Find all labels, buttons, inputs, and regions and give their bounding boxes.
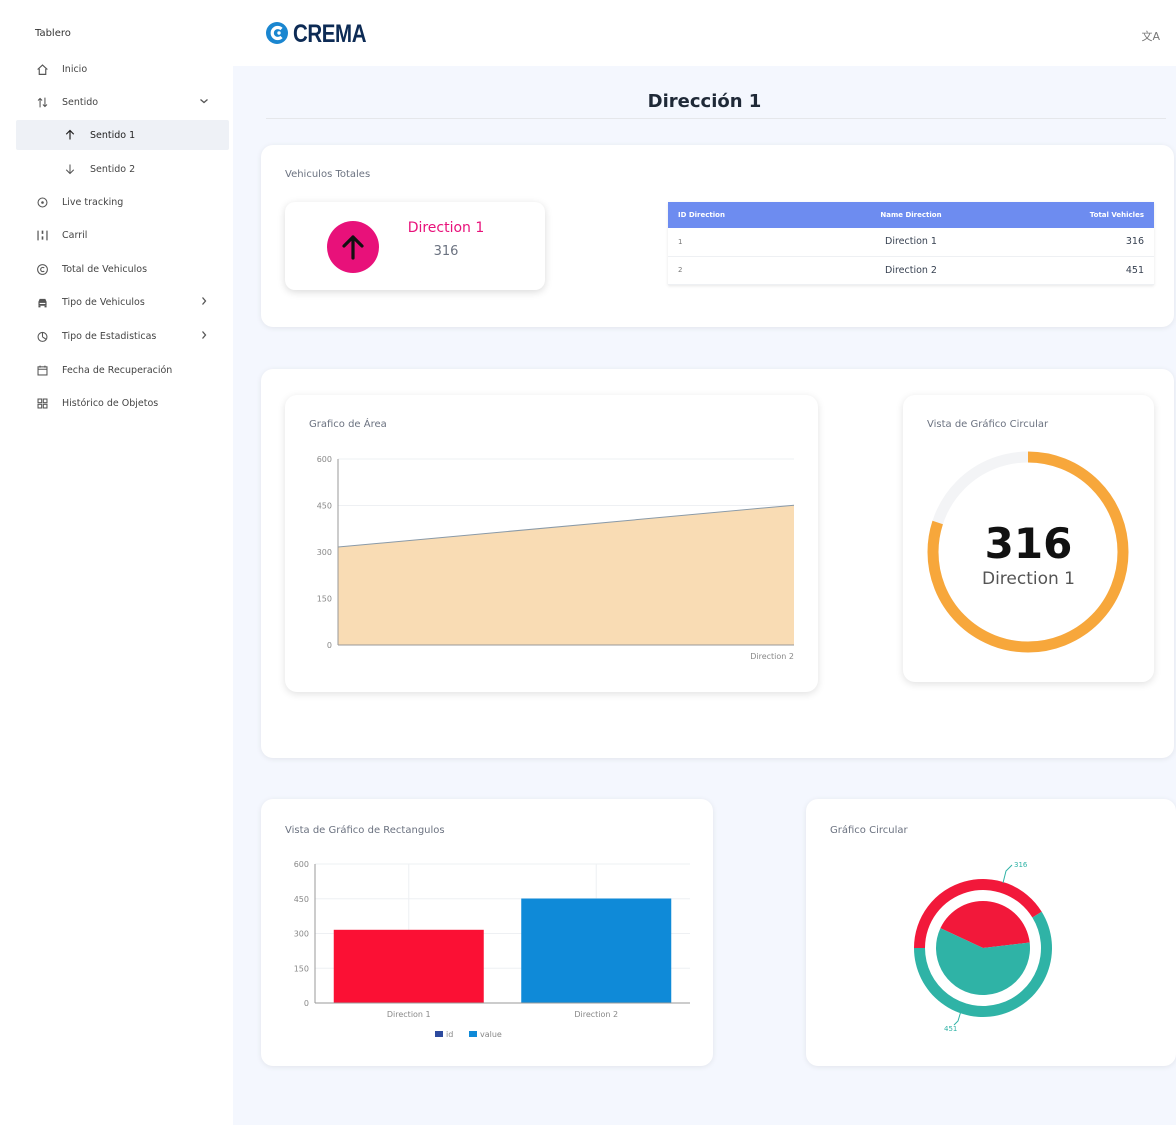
- y-tick-label: 450: [317, 502, 332, 511]
- chevron-right-icon: [197, 330, 211, 343]
- table-cell-name: Direction 2: [778, 256, 1044, 285]
- sidebar-item-label: Total de Vehiculos: [62, 263, 148, 275]
- legend-label: id: [446, 1030, 453, 1039]
- tracking-icon: [34, 194, 50, 210]
- bar: [521, 898, 672, 1003]
- pie-chart-card: Gráfico Circular 316 451: [806, 799, 1176, 1066]
- totals-card-title: Vehiculos Totales: [285, 169, 371, 180]
- table-header-name[interactable]: Name Direction: [778, 202, 1044, 228]
- y-tick-label: 600: [317, 455, 332, 464]
- table-header-total[interactable]: Total Vehicles: [1044, 202, 1154, 228]
- table-cell-total: 451: [1044, 256, 1154, 285]
- sidebar-item-carril[interactable]: Carril: [16, 220, 229, 250]
- x-tick-label: Direction 1: [387, 1010, 431, 1019]
- sidebar-item-sentido-2[interactable]: Sentido 2: [16, 154, 229, 184]
- directions-table: ID Direction Name Direction Total Vehicl…: [668, 202, 1154, 285]
- area-chart-card: Grafico de Área 0 150 300 450 600 Direction 2: [285, 395, 818, 692]
- sidebar: Tablero Inicio Sentido Sentido 1 Sentido…: [0, 0, 233, 1125]
- table-cell-id: 2: [668, 256, 778, 285]
- sidebar-item-sentido-1[interactable]: Sentido 1: [16, 120, 229, 150]
- table-header-id[interactable]: ID Direction: [668, 202, 778, 228]
- pie-outer-label: 451: [944, 1025, 957, 1033]
- brand-name: CREMA: [293, 20, 367, 48]
- y-tick-label: 300: [294, 930, 309, 939]
- sidebar-item-total-vehiculos[interactable]: Total de Vehiculos: [16, 254, 229, 284]
- legend-swatch: [435, 1031, 443, 1037]
- direction-stat-circle: [327, 221, 379, 273]
- sidebar-item-label: Sentido 2: [90, 163, 136, 175]
- sidebar-item-label: Fecha de Recuperación: [62, 364, 173, 376]
- y-tick-label: 0: [304, 999, 309, 1008]
- radial-name: Direction 1: [981, 569, 1076, 589]
- title-divider: [266, 118, 1166, 119]
- bar-chart: 0 150 300 450 600 Direction 1 Direction 2 id val…: [294, 860, 690, 1039]
- y-tick-label: 150: [294, 964, 309, 973]
- brand-logo[interactable]: CREMA: [265, 20, 382, 49]
- arrow-up-icon: [62, 127, 78, 143]
- table-cell-name: Direction 1: [778, 228, 1044, 257]
- y-tick-label: 600: [294, 860, 309, 869]
- sort-arrows-icon: [34, 94, 50, 110]
- home-icon: [34, 61, 50, 77]
- translate-icon[interactable]: 文A: [1141, 28, 1160, 44]
- lane-icon: [34, 227, 50, 243]
- legend-label: value: [480, 1030, 502, 1039]
- sidebar-item-historico-objetos[interactable]: Histórico de Objetos: [16, 388, 229, 418]
- arrow-down-icon: [62, 161, 78, 177]
- legend-swatch: [469, 1031, 477, 1037]
- bar: [333, 929, 484, 1003]
- table-cell-total: 316: [1044, 228, 1154, 257]
- sidebar-item-inicio[interactable]: Inicio: [16, 54, 229, 84]
- grid-icon: [34, 395, 50, 411]
- sidebar-item-label: Tipo de Estadisticas: [62, 330, 157, 342]
- bar-chart-card: Vista de Gráfico de Rectangulos 0 150 300 4…: [261, 799, 713, 1066]
- calendar-icon: [34, 362, 50, 378]
- page-title: Dirección 1: [647, 91, 762, 112]
- sidebar-item-label: Sentido 1: [90, 129, 136, 141]
- sidebar-item-tipo-vehiculos[interactable]: Tipo de Vehiculos: [16, 287, 229, 317]
- copyright-icon: [34, 261, 50, 277]
- sidebar-item-label: Inicio: [62, 63, 88, 75]
- sidebar-item-label: Live tracking: [62, 196, 124, 208]
- sidebar-item-live-tracking[interactable]: Live tracking: [16, 187, 229, 217]
- sidebar-item-label: Histórico de Objetos: [62, 397, 159, 409]
- top-header: CREMA 文A: [233, 0, 1176, 66]
- chevron-right-icon: [197, 296, 211, 309]
- x-tick-label: Direction 2: [750, 652, 794, 661]
- car-icon: [34, 294, 50, 310]
- sidebar-item-label: Carril: [62, 229, 88, 241]
- y-tick-label: 150: [317, 595, 332, 604]
- stat-direction-value: 316: [433, 244, 459, 259]
- area-chart: 0 150 300 450 600 Direction 2: [317, 455, 795, 661]
- y-tick-label: 450: [294, 895, 309, 904]
- direction-stat-box[interactable]: Direction 1 316: [285, 202, 545, 290]
- table-header-row: ID Direction Name Direction Total Vehicl…: [668, 202, 1154, 228]
- crema-logo-icon: [265, 21, 289, 49]
- pie-icon: [34, 328, 50, 344]
- radial-chart-card: Vista de Gráfico Circular 316 Direction …: [903, 395, 1154, 682]
- table-row[interactable]: 2 Direction 2 451: [668, 256, 1154, 285]
- sidebar-item-label: Sentido: [62, 96, 99, 108]
- table-row[interactable]: 1 Direction 1 316: [668, 228, 1154, 257]
- stat-direction-name: Direction 1: [407, 220, 485, 236]
- pie-label-leader: [1002, 864, 1013, 884]
- y-tick-label: 0: [327, 641, 332, 650]
- pie-chart: 316 451: [914, 861, 1052, 1033]
- sidebar-item-fecha-recuperacion[interactable]: Fecha de Recuperación: [16, 355, 229, 385]
- pie-outer-label: 316: [1014, 861, 1028, 869]
- y-tick-label: 300: [317, 548, 332, 557]
- pie-label-leader: [953, 1010, 962, 1026]
- table-cell-id: 1: [668, 228, 778, 257]
- sidebar-item-tipo-estadisticas[interactable]: Tipo de Estadisticas: [16, 321, 229, 351]
- chevron-down-icon: [197, 97, 211, 108]
- sidebar-title: Tablero: [35, 28, 71, 39]
- arrow-up-icon: [342, 235, 364, 260]
- x-tick-label: Direction 2: [574, 1010, 618, 1019]
- radial-value: 316: [984, 519, 1073, 568]
- sidebar-item-sentido[interactable]: Sentido: [16, 87, 229, 117]
- sidebar-item-label: Tipo de Vehiculos: [62, 296, 145, 308]
